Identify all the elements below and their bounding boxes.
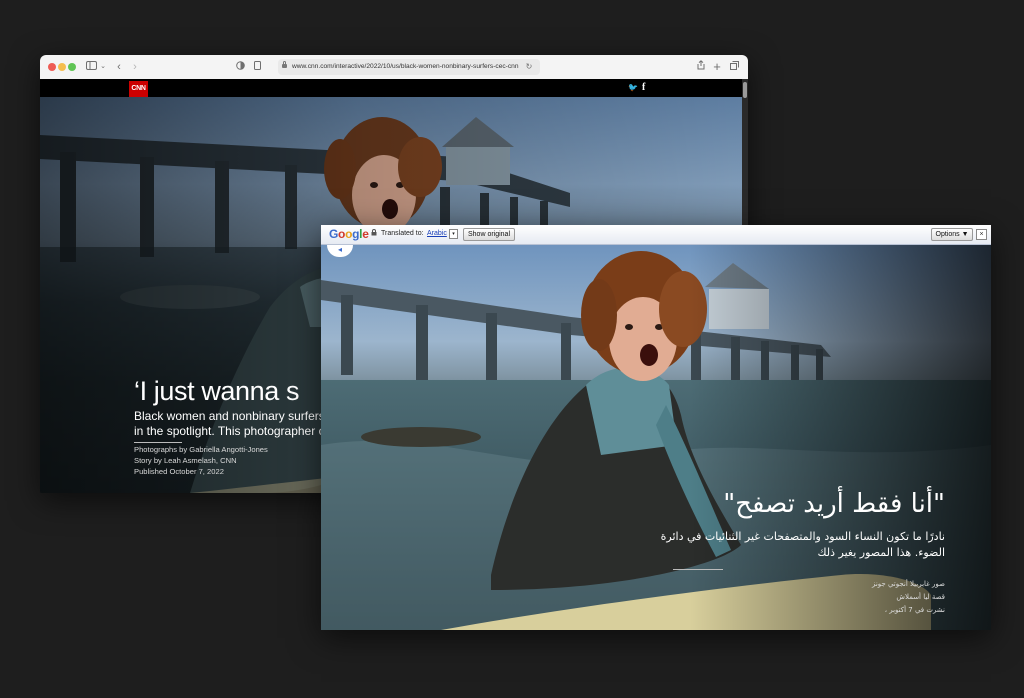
article-title: ‘I just wanna s: [134, 376, 300, 406]
address-bar[interactable]: www.cnn.com/interactive/2022/10/us/black…: [278, 59, 540, 75]
close-icon[interactable]: ×: [976, 229, 987, 240]
options-button[interactable]: Options ▼: [931, 228, 973, 241]
translated-to-label: Translated to:: [381, 230, 424, 237]
photo-credit: Photographs by Gabriella Angotti-Jones: [134, 445, 268, 454]
article-title: "أنا فقط أريد تصفح": [723, 489, 945, 519]
facebook-icon[interactable]: f: [642, 82, 645, 94]
page-icon[interactable]: [252, 59, 262, 75]
article-subtitle: نادرًا ما تكون النساء السود والمتصفحات غ…: [660, 530, 945, 559]
show-original-button[interactable]: Show original: [463, 228, 515, 241]
divider: [673, 569, 723, 570]
zoom-window-button[interactable]: [68, 63, 76, 71]
logo-letter: g: [352, 227, 360, 241]
share-icon[interactable]: [696, 59, 706, 75]
back-button[interactable]: ‹: [114, 59, 124, 75]
language-dropdown[interactable]: ▾: [449, 229, 458, 239]
reload-icon[interactable]: ↻: [522, 59, 536, 75]
language-link[interactable]: Arabic: [427, 229, 447, 239]
logo-letter: e: [362, 227, 369, 241]
google-translate-bar: Google Translated to: Arabic ▾ Show orig…: [321, 225, 991, 245]
lock-icon: [282, 61, 287, 68]
cnn-header: CNN 🐦 f: [40, 79, 748, 97]
divider: [134, 442, 182, 443]
logo-letter: o: [345, 227, 353, 241]
lock-icon: [371, 229, 377, 240]
photo-credit: صور غابرييلا أنجوتي جونز: [871, 580, 945, 588]
privacy-shield-icon[interactable]: [234, 59, 246, 75]
translated-window: Google Translated to: Arabic ▾ Show orig…: [321, 225, 991, 630]
surfer-photo-illustration: [321, 245, 991, 630]
sidebar-toggle-icon[interactable]: [84, 59, 98, 75]
tab-overview-icon[interactable]: [728, 59, 740, 75]
cnn-logo[interactable]: CNN: [129, 81, 148, 97]
story-credit: قصة ليا أسملاش: [896, 593, 945, 601]
google-logo: Google: [329, 227, 369, 241]
logo-letter: o: [338, 227, 346, 241]
twitter-icon[interactable]: 🐦: [628, 82, 638, 94]
logo-letter: G: [329, 227, 339, 241]
new-tab-icon[interactable]: +: [712, 59, 722, 75]
close-window-button[interactable]: [48, 63, 56, 71]
published-date: نشرت في 7 أكتوبر ،: [884, 606, 945, 614]
chevron-down-icon[interactable]: ⌄: [100, 59, 106, 75]
forward-button[interactable]: ›: [130, 59, 140, 75]
published-date: Published October 7, 2022: [134, 467, 224, 476]
url-text: www.cnn.com/interactive/2022/10/us/black…: [292, 63, 519, 70]
story-credit: Story by Leah Asmelash, CNN: [134, 456, 237, 465]
article-subtitle: Black women and nonbinary surfers in the…: [134, 409, 325, 438]
minimize-window-button[interactable]: [58, 63, 66, 71]
hero-photo: ◂: [321, 245, 991, 630]
browser-toolbar: ⌄ ‹ › www.cnn.com/interactive/2022/10/us…: [40, 55, 748, 80]
scrollbar-thumb[interactable]: [743, 82, 747, 98]
